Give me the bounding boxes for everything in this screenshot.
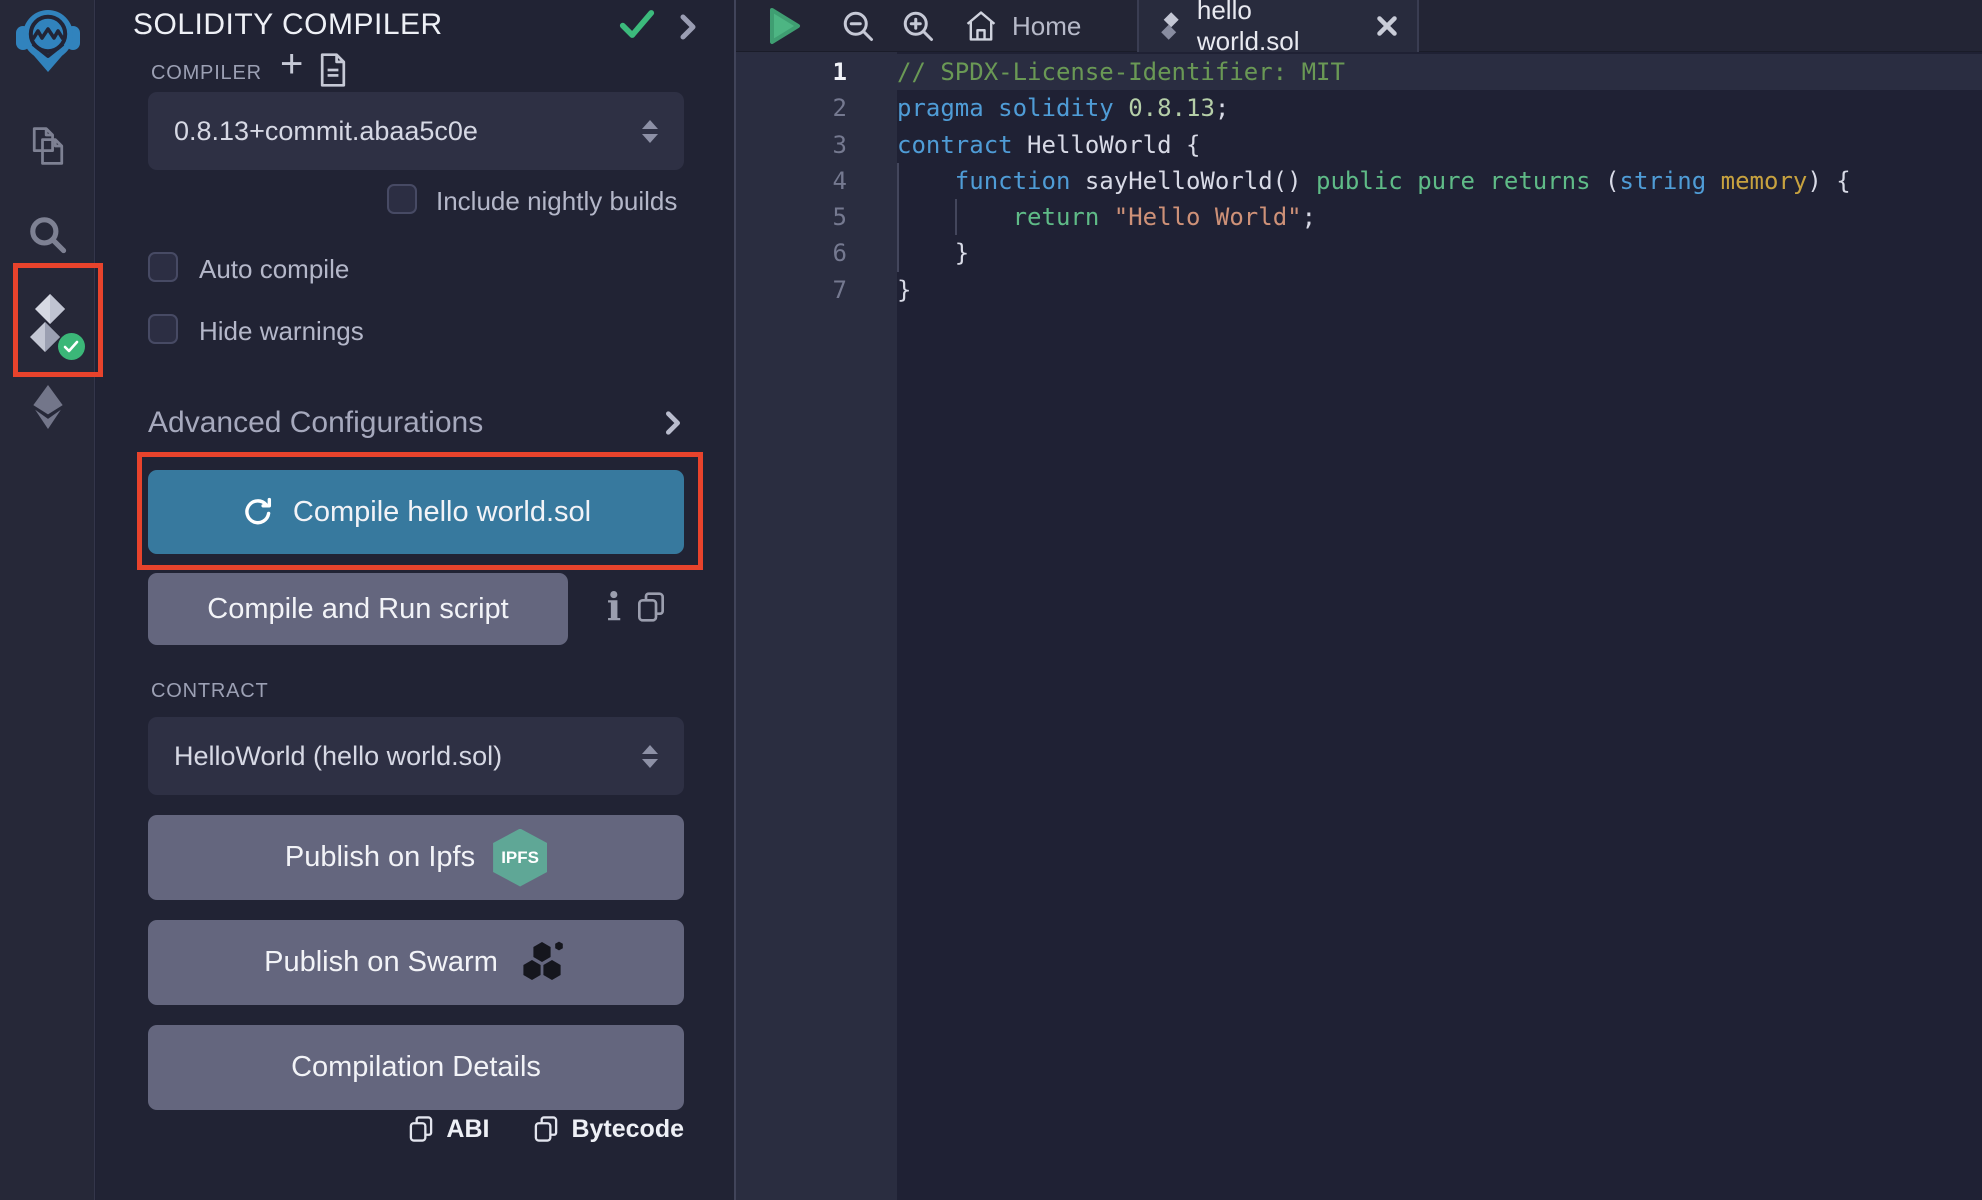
remix-logo[interactable] bbox=[0, 6, 95, 74]
publish-swarm-button[interactable]: Publish on Swarm bbox=[148, 920, 684, 1005]
contract-select-value: HelloWorld (hello world.sol) bbox=[174, 741, 642, 772]
panel-title: SOLIDITY COMPILER bbox=[133, 8, 443, 42]
zoom-out-icon bbox=[840, 8, 876, 44]
publish-swarm-label: Publish on Swarm bbox=[264, 946, 498, 979]
copy-icon bbox=[533, 1114, 559, 1144]
close-tab-button[interactable] bbox=[1375, 14, 1399, 38]
line-number: 3 bbox=[736, 127, 897, 163]
contract-section-label: CONTRACT bbox=[151, 680, 269, 703]
solidity-compiler-panel: SOLIDITY COMPILER COMPILER + 0.8.13+comm… bbox=[96, 0, 734, 1200]
line-number: 1 bbox=[736, 54, 897, 90]
zoom-in-icon bbox=[900, 8, 936, 44]
advanced-configurations-toggle[interactable]: Advanced Configurations bbox=[148, 406, 684, 440]
select-arrows-icon bbox=[642, 120, 658, 143]
copy-bytecode-button[interactable]: Bytecode bbox=[533, 1114, 684, 1144]
compiler-version-value: 0.8.13+commit.abaa5c0e bbox=[174, 116, 642, 147]
line-number: 6 bbox=[736, 235, 897, 271]
code-line[interactable]: 1// SPDX-License-Identifier: MIT bbox=[736, 54, 1982, 90]
publish-ipfs-button[interactable]: Publish on Ipfs IPFS bbox=[148, 815, 684, 900]
code-line[interactable]: 2pragma solidity 0.8.13; bbox=[736, 90, 1982, 126]
indent-guide bbox=[897, 235, 899, 271]
annotation-box-compile-button bbox=[137, 452, 703, 570]
home-icon bbox=[964, 9, 998, 43]
chevron-right-icon bbox=[662, 409, 684, 437]
panel-chevron-right-icon[interactable] bbox=[676, 12, 700, 47]
include-nightly-checkbox[interactable] bbox=[387, 184, 417, 214]
ipfs-icon: IPFS bbox=[493, 829, 547, 887]
compilation-details-button[interactable]: Compilation Details bbox=[148, 1025, 684, 1110]
abi-label: ABI bbox=[446, 1115, 489, 1144]
code-line[interactable]: 6 } bbox=[736, 235, 1982, 271]
home-tab-label: Home bbox=[1012, 11, 1081, 42]
advanced-configurations-label: Advanced Configurations bbox=[148, 406, 662, 440]
compiler-version-select[interactable]: 0.8.13+commit.abaa5c0e bbox=[148, 92, 684, 170]
compile-and-run-button[interactable]: Compile and Run script bbox=[148, 573, 568, 645]
line-number: 2 bbox=[736, 90, 897, 126]
editor-area: Home hello world.sol 1// SPDX-License-Id… bbox=[734, 0, 1982, 1200]
compiler-section-label: COMPILER bbox=[151, 62, 262, 85]
swarm-icon bbox=[516, 940, 568, 986]
code-line[interactable]: 3contract HelloWorld { bbox=[736, 127, 1982, 163]
run-script-button[interactable] bbox=[766, 0, 804, 52]
select-arrows-icon bbox=[642, 745, 658, 768]
include-nightly-label[interactable]: Include nightly builds bbox=[436, 186, 677, 217]
compilation-details-label: Compilation Details bbox=[291, 1051, 541, 1084]
compile-and-run-label: Compile and Run script bbox=[207, 593, 508, 626]
remix-logo-icon bbox=[15, 6, 81, 74]
hide-warnings-checkbox[interactable] bbox=[148, 314, 178, 344]
hide-warnings-label[interactable]: Hide warnings bbox=[199, 316, 364, 347]
auto-compile-checkbox[interactable] bbox=[148, 252, 178, 282]
compiler-doc-icon[interactable] bbox=[318, 52, 348, 93]
contract-select[interactable]: HelloWorld (hello world.sol) bbox=[148, 717, 684, 795]
annotation-box-compiler-icon bbox=[13, 263, 103, 377]
auto-compile-label[interactable]: Auto compile bbox=[199, 254, 349, 285]
close-icon bbox=[1375, 14, 1399, 38]
copy-icon[interactable] bbox=[636, 590, 666, 629]
add-custom-compiler-icon[interactable]: + bbox=[280, 44, 303, 84]
code-line[interactable]: 5 return "Hello World"; bbox=[736, 199, 1982, 235]
sidebar-item-file-explorer[interactable] bbox=[0, 124, 95, 168]
indent-guide bbox=[955, 199, 957, 235]
sidebar-item-search[interactable] bbox=[0, 213, 95, 257]
ethereum-deploy-icon bbox=[26, 383, 70, 431]
line-number: 5 bbox=[736, 199, 897, 235]
remix-ide: SOLIDITY COMPILER COMPILER + 0.8.13+comm… bbox=[0, 0, 1982, 1200]
bytecode-label: Bytecode bbox=[571, 1115, 684, 1144]
copy-artifacts-row: ABI Bytecode bbox=[148, 1114, 684, 1144]
indent-guide bbox=[897, 163, 899, 199]
copy-icon bbox=[408, 1114, 434, 1144]
zoom-out-button[interactable] bbox=[840, 0, 876, 52]
compilation-status-check-icon bbox=[618, 8, 656, 45]
tab-home[interactable]: Home bbox=[964, 0, 1081, 52]
code-lines[interactable]: 1// SPDX-License-Identifier: MIT2pragma … bbox=[736, 54, 1982, 308]
activity-bar bbox=[0, 0, 95, 1200]
tab-hello-world-sol[interactable]: hello world.sol bbox=[1137, 0, 1419, 52]
info-icon[interactable]: i bbox=[594, 584, 634, 629]
line-number: 7 bbox=[736, 272, 897, 308]
code-line[interactable]: 7} bbox=[736, 272, 1982, 308]
play-icon bbox=[766, 5, 804, 47]
file-explorer-icon bbox=[26, 124, 70, 168]
sidebar-item-deploy-run[interactable] bbox=[0, 383, 95, 431]
file-tab-label: hello world.sol bbox=[1197, 0, 1361, 57]
editor-tab-bar: Home hello world.sol bbox=[736, 0, 1982, 52]
line-number: 4 bbox=[736, 163, 897, 199]
search-icon bbox=[26, 213, 70, 257]
indent-guide bbox=[897, 199, 899, 235]
publish-ipfs-label: Publish on Ipfs bbox=[285, 841, 475, 874]
code-line[interactable]: 4 function sayHelloWorld() public pure r… bbox=[736, 163, 1982, 199]
solidity-file-icon bbox=[1157, 11, 1183, 41]
zoom-in-button[interactable] bbox=[900, 0, 936, 52]
copy-abi-button[interactable]: ABI bbox=[408, 1114, 489, 1144]
